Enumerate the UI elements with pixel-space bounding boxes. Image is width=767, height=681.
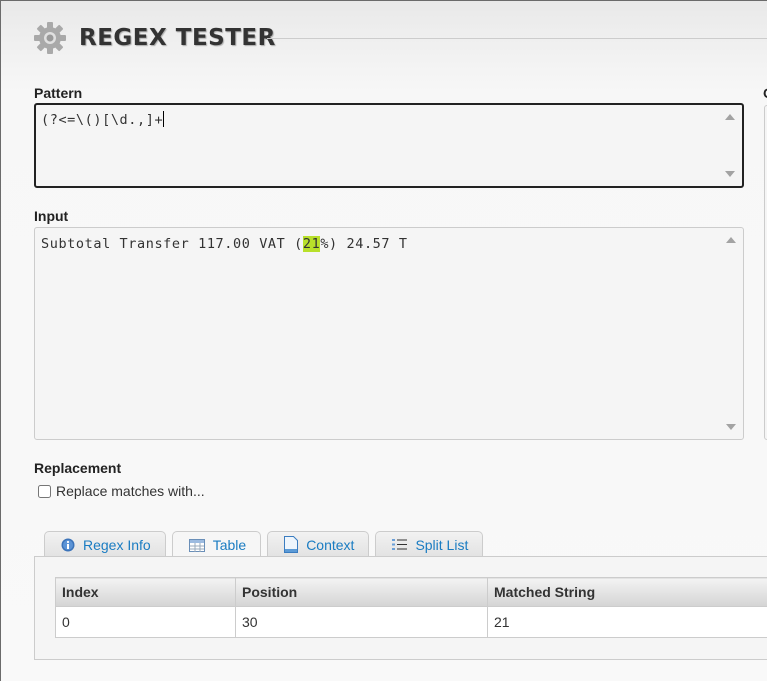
pattern-input[interactable]: (?<=\()[\d.,]+ — [34, 103, 744, 188]
document-icon — [284, 536, 299, 553]
options-label: O — [763, 85, 767, 101]
text-cursor — [163, 111, 165, 127]
tab-label: Regex Info — [83, 536, 151, 553]
tab-split-list[interactable]: Split List — [375, 531, 484, 557]
input-label: Input — [34, 208, 69, 224]
table-icon — [188, 538, 205, 552]
column-header-position[interactable]: Position — [235, 577, 488, 607]
header: REGEX TESTER — [33, 21, 276, 55]
table-header-row: Index Position Matched String — [55, 577, 767, 607]
tab-label: Context — [306, 536, 355, 553]
pattern-label: Pattern — [34, 85, 83, 101]
input-scrollbar[interactable] — [719, 228, 743, 439]
gear-icon — [34, 22, 66, 54]
replacement-label: Replacement — [34, 460, 122, 476]
info-icon — [61, 538, 75, 551]
replace-checkbox[interactable] — [38, 484, 51, 498]
column-header-index[interactable]: Index — [55, 577, 236, 607]
tab-label: Split List — [415, 536, 469, 553]
scroll-up-icon[interactable] — [726, 237, 736, 243]
tab-regex-info[interactable]: Regex Info — [44, 531, 166, 557]
input-text-after: %) 24.57 T — [320, 236, 408, 252]
pattern-scrollbar[interactable] — [718, 105, 742, 186]
table-row: 0 30 21 — [55, 606, 767, 638]
cell-index: 0 — [55, 606, 236, 638]
replace-checkbox-row[interactable]: Replace matches with... — [38, 483, 205, 499]
tab-table[interactable]: Table — [171, 531, 262, 558]
table-panel: Index Position Matched String 0 30 21 — [34, 556, 767, 660]
header-divider — [267, 38, 767, 39]
scroll-down-icon[interactable] — [725, 171, 735, 177]
replace-checkbox-label: Replace matches with... — [56, 483, 205, 499]
cell-position: 30 — [235, 606, 488, 638]
result-tabs: Regex Info Table Context Split List — [44, 531, 484, 558]
scroll-up-icon[interactable] — [725, 114, 735, 120]
column-header-matched-string[interactable]: Matched String — [487, 577, 767, 607]
page-title: REGEX TESTER — [79, 25, 276, 51]
cell-matched-string: 21 — [487, 606, 767, 638]
input-text-before: Subtotal Transfer 117.00 VAT ( — [41, 236, 303, 252]
tab-label: Table — [212, 537, 247, 553]
tab-context[interactable]: Context — [267, 531, 370, 557]
match-highlight: 21 — [302, 236, 321, 252]
input-textarea[interactable]: Subtotal Transfer 117.00 VAT (21%) 24.57… — [34, 227, 744, 440]
pattern-text: (?<=\()[\d.,]+ — [41, 112, 164, 128]
app-window: REGEX TESTER Pattern O (?<=\()[\d.,]+ In… — [0, 0, 767, 681]
scroll-down-icon[interactable] — [726, 424, 736, 430]
list-icon — [392, 539, 408, 550]
results-table: Index Position Matched String 0 30 21 — [55, 577, 767, 638]
